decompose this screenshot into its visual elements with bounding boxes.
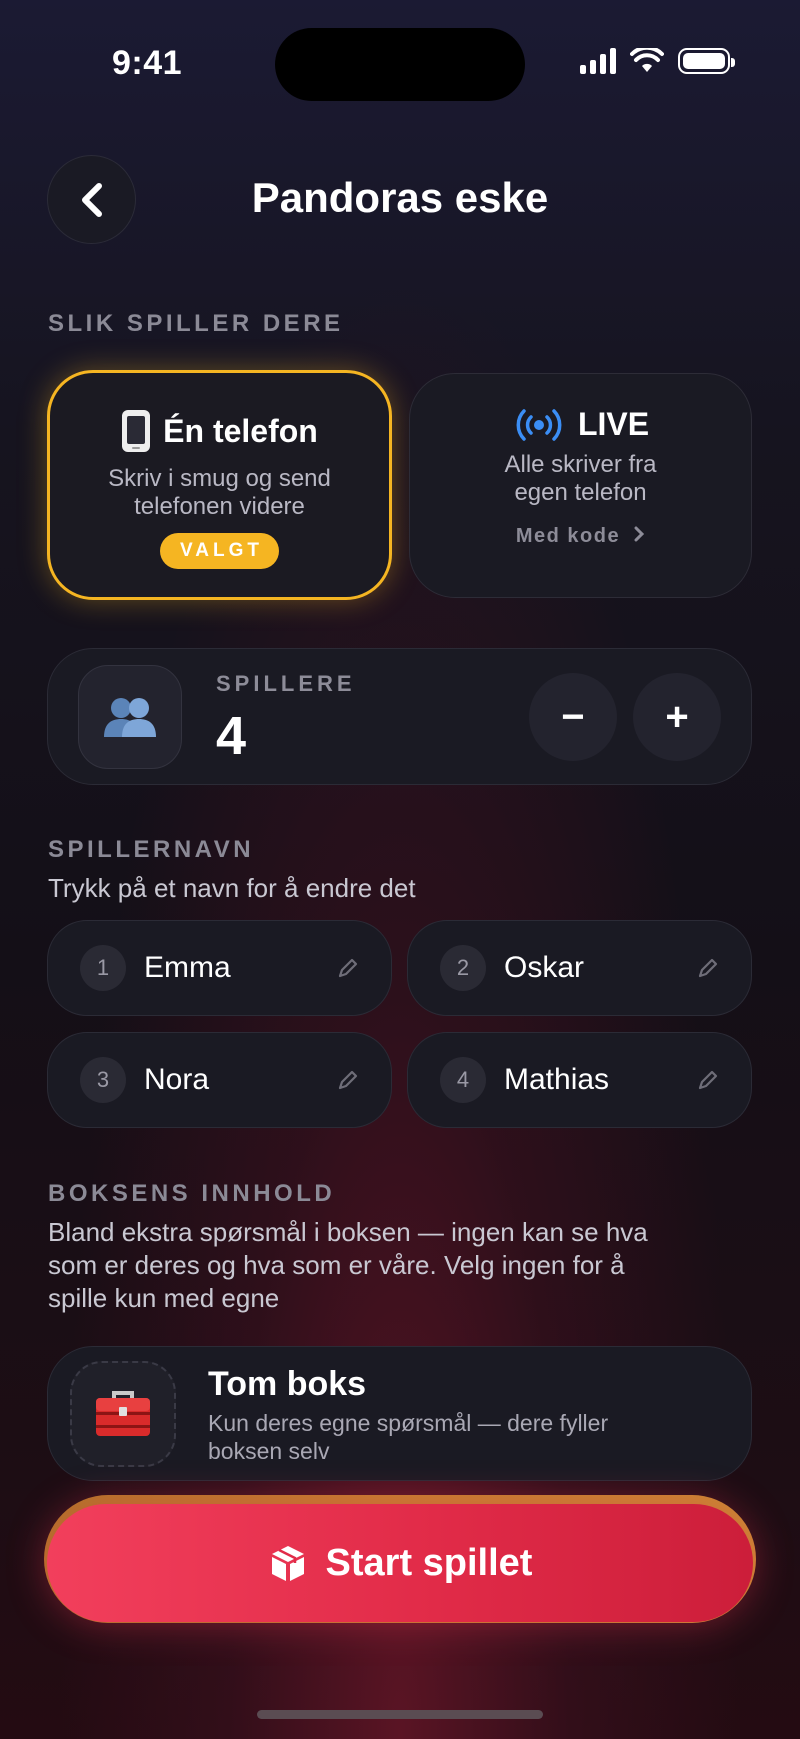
box-option-desc-line: boksen selv — [208, 1438, 330, 1464]
pencil-icon — [337, 1069, 359, 1091]
box-option-title: Tom boks — [208, 1365, 367, 1403]
decrease-players-button[interactable]: − — [529, 673, 617, 761]
box-hint-line: spille kun med egne — [48, 1283, 280, 1313]
player-number: 4 — [440, 1057, 486, 1103]
box-hint-line: som er deres og hva som er våre. Velg in… — [48, 1250, 625, 1280]
box-option-card[interactable]: Tom boks Kun deres egne spørsmål — dere … — [47, 1346, 752, 1481]
box-option-description: Kun deres egne spørsmål — dere fyller bo… — [208, 1409, 688, 1465]
live-code-link[interactable]: Med kode — [410, 525, 751, 548]
toolbox-icon — [96, 1391, 150, 1436]
player-name-chip[interactable]: 2 Oskar — [407, 920, 752, 1016]
broadcast-icon — [516, 408, 562, 441]
dynamic-island — [275, 28, 525, 101]
mode-live-title: LIVE — [577, 406, 650, 442]
player-name: Nora — [144, 1063, 210, 1096]
status-time: 9:41 — [112, 44, 183, 82]
names-section-hint: Trykk på et navn for å endre det — [48, 873, 416, 903]
start-game-button[interactable]: Start spillet — [47, 1504, 753, 1622]
player-number: 1 — [80, 945, 126, 991]
mode-one-phone-desc-line: telefonen videre — [134, 493, 305, 520]
mode-live-desc-line: egen telefon — [514, 479, 647, 506]
mode-one-phone-title: Én telefon — [163, 412, 318, 449]
home-indicator — [257, 1710, 543, 1719]
mode-one-phone-title-row: Én telefon — [50, 409, 389, 453]
player-number: 3 — [80, 1057, 126, 1103]
mode-live-description: Alle skriver fra egen telefon — [410, 451, 751, 507]
mode-one-phone-card[interactable]: Én telefon Skriv i smug og send telefone… — [47, 370, 392, 600]
phone-icon — [122, 410, 151, 452]
status-icons — [580, 48, 735, 74]
player-name: Mathias — [504, 1063, 610, 1096]
pencil-icon — [697, 957, 719, 979]
battery-icon — [678, 48, 735, 74]
player-name-chip[interactable]: 4 Mathias — [407, 1032, 752, 1128]
players-card: SPILLERE 4 − + — [47, 648, 752, 785]
box-hint-line: Bland ekstra spørsmål i boksen — ingen k… — [48, 1217, 648, 1247]
chevron-right-icon — [634, 526, 645, 542]
player-name: Oskar — [504, 951, 585, 984]
page-title: Pandoras eske — [251, 174, 549, 221]
players-label: SPILLERE — [216, 671, 356, 696]
mode-one-phone-description: Skriv i smug og send telefonen videre — [50, 465, 389, 521]
increase-players-button[interactable]: + — [633, 673, 721, 761]
users-icon — [104, 698, 156, 737]
box-section-hint: Bland ekstra spørsmål i boksen — ingen k… — [48, 1216, 648, 1315]
mode-live-card[interactable]: LIVE Alle skriver fra egen telefon Med k… — [409, 373, 752, 598]
live-code-link-label: Med kode — [515, 525, 621, 547]
players-count: 4 — [216, 706, 247, 766]
pencil-icon — [697, 1069, 719, 1091]
mode-live-desc-line: Alle skriver fra — [504, 451, 657, 478]
pencil-icon — [337, 957, 359, 979]
selected-badge: VALGT — [160, 533, 279, 569]
player-name-chip[interactable]: 1 Emma — [47, 920, 392, 1016]
box-icon-frame — [70, 1361, 176, 1467]
box-option-desc-line: Kun deres egne spørsmål — dere fyller — [208, 1410, 609, 1436]
mode-one-phone-desc-line: Skriv i smug og send — [108, 465, 331, 492]
names-section-label: SPILLERNAVN — [48, 836, 255, 863]
package-icon — [271, 1546, 304, 1581]
wifi-icon — [630, 48, 664, 72]
start-game-label: Start spillet — [325, 1541, 533, 1584]
box-section-label: BOKSENS INNHOLD — [48, 1180, 336, 1207]
player-name-chip[interactable]: 3 Nora — [47, 1032, 392, 1128]
player-name: Emma — [144, 951, 231, 984]
signal-icon — [580, 48, 616, 74]
mode-section-label: SLIK SPILLER DERE — [48, 310, 344, 337]
player-number: 2 — [440, 945, 486, 991]
players-icon-box — [78, 665, 182, 769]
mode-live-title-row: LIVE — [410, 406, 751, 443]
